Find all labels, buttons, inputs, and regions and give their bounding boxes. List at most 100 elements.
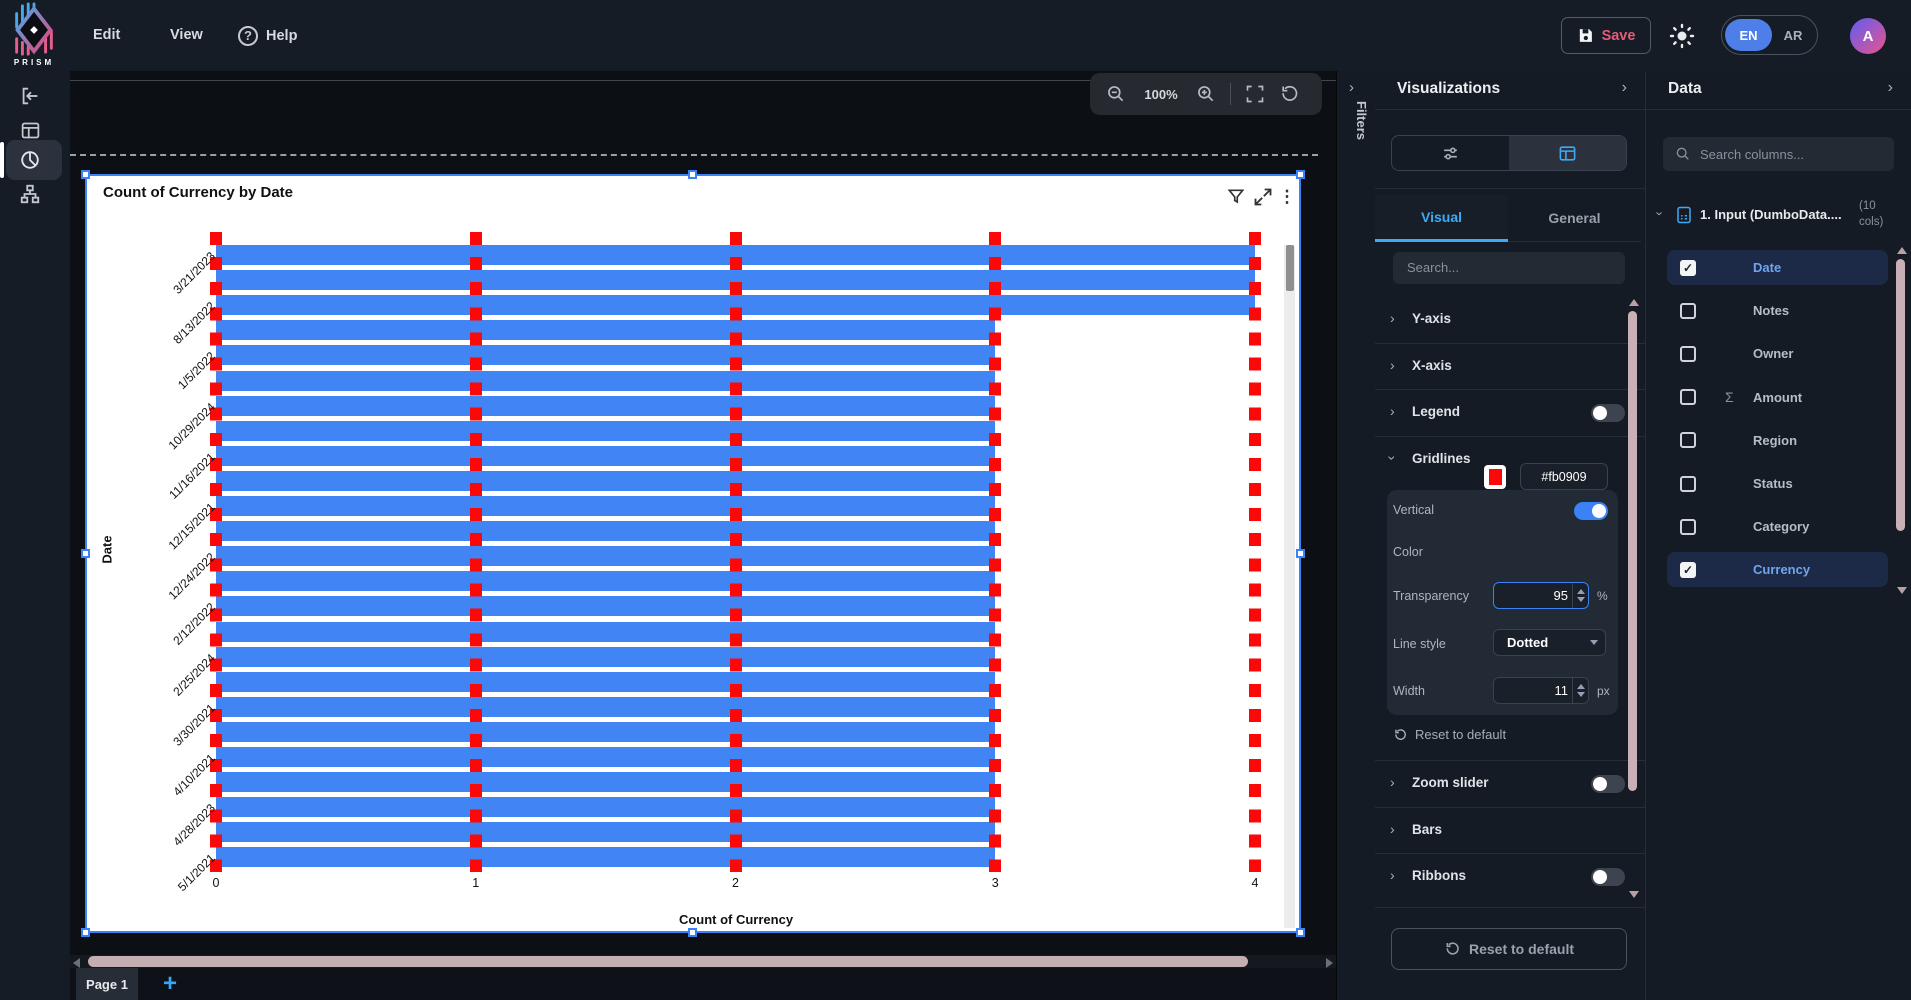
width-input[interactable]: 11	[1493, 677, 1589, 704]
canvas-horizontal-scrollbar[interactable]	[70, 955, 1336, 968]
hierarchy-tool-button[interactable]	[13, 177, 47, 211]
menu-view[interactable]: View	[170, 0, 203, 71]
reset-to-default-button[interactable]: Reset to default	[1391, 928, 1627, 970]
bar[interactable]	[216, 571, 995, 591]
step-down-icon[interactable]	[1577, 692, 1585, 697]
transparency-input[interactable]: 95	[1493, 582, 1589, 609]
layout-mode-button[interactable]	[1509, 136, 1626, 170]
bar[interactable]	[216, 471, 995, 491]
step-up-icon[interactable]	[1577, 684, 1585, 689]
section-legend[interactable]: › Legend	[1375, 389, 1646, 436]
vertical-gridlines-toggle[interactable]	[1574, 502, 1608, 520]
column-row-date[interactable]: ✓Date	[1667, 250, 1888, 285]
checkbox-unchecked-icon[interactable]	[1680, 389, 1696, 405]
bar[interactable]	[216, 747, 995, 767]
bar[interactable]	[216, 797, 995, 817]
bar[interactable]	[216, 521, 995, 541]
avatar[interactable]: A	[1850, 18, 1886, 54]
bar[interactable]	[216, 596, 995, 616]
resize-handle-n[interactable]	[688, 170, 697, 179]
bar[interactable]	[216, 822, 995, 842]
page-tab[interactable]: Page 1	[76, 968, 138, 1000]
bar[interactable]	[216, 371, 995, 391]
filters-expand-icon[interactable]: ›	[1349, 79, 1354, 96]
chart-widget[interactable]: 012343/21/20238/13/20221/5/202210/29/202…	[85, 174, 1301, 933]
resize-handle-sw[interactable]	[81, 928, 90, 937]
report-canvas[interactable]: 100% 012343/21/20238/13/20221/5/202210/2…	[70, 71, 1336, 1000]
data-search-input[interactable]: Search columns...	[1663, 137, 1894, 171]
expand-icon[interactable]	[1253, 187, 1273, 207]
more-options-icon[interactable]: ⋮	[1277, 187, 1297, 207]
line-style-select[interactable]: Dotted	[1493, 629, 1606, 656]
filters-collapsed-panel[interactable]: › Filters	[1336, 71, 1375, 1000]
checkbox-unchecked-icon[interactable]	[1680, 519, 1696, 535]
bar[interactable]	[216, 772, 995, 792]
section-x-axis[interactable]: › X-axis	[1375, 343, 1646, 390]
chart-scrollbar-thumb[interactable]	[1286, 245, 1294, 291]
width-stepper[interactable]	[1572, 678, 1588, 703]
h-scrollbar-thumb[interactable]	[88, 956, 1248, 967]
bar[interactable]	[216, 847, 995, 867]
viz-scrollbar-thumb[interactable]	[1628, 311, 1637, 791]
column-row-owner[interactable]: Owner	[1667, 336, 1888, 371]
data-scrollbar-thumb[interactable]	[1896, 259, 1905, 531]
filter-icon[interactable]	[1226, 187, 1246, 207]
transparency-stepper[interactable]	[1572, 583, 1588, 608]
resize-handle-nw[interactable]	[81, 170, 90, 179]
fit-screen-button[interactable]	[1245, 84, 1265, 104]
zoom-in-button[interactable]	[1196, 84, 1216, 104]
bar[interactable]	[216, 396, 995, 416]
bar[interactable]	[216, 546, 995, 566]
add-page-button[interactable]: +	[154, 968, 186, 1000]
format-mode-button[interactable]	[1392, 136, 1509, 170]
column-row-status[interactable]: Status	[1667, 466, 1888, 501]
ribbons-toggle[interactable]	[1591, 868, 1625, 886]
lang-ar-option[interactable]: AR	[1772, 28, 1814, 43]
reset-view-button[interactable]	[1279, 84, 1299, 104]
collapse-panel-button[interactable]	[13, 79, 47, 113]
column-row-category[interactable]: Category	[1667, 509, 1888, 544]
tab-visual[interactable]: Visual	[1375, 195, 1508, 242]
checkbox-unchecked-icon[interactable]	[1680, 476, 1696, 492]
bar[interactable]	[216, 622, 995, 642]
transparency-value[interactable]: 95	[1494, 588, 1572, 603]
step-down-icon[interactable]	[1577, 597, 1585, 602]
theme-toggle-button[interactable]	[1668, 22, 1696, 50]
column-row-currency[interactable]: ✓Currency	[1667, 552, 1888, 587]
section-y-axis[interactable]: › Y-axis	[1375, 296, 1646, 343]
resize-handle-ne[interactable]	[1296, 170, 1305, 179]
chevron-down-icon[interactable]: ›	[1653, 211, 1668, 215]
bar[interactable]	[216, 320, 995, 340]
scroll-up-arrow[interactable]	[1629, 299, 1639, 306]
checkbox-unchecked-icon[interactable]	[1680, 346, 1696, 362]
checkbox-checked-icon[interactable]: ✓	[1680, 562, 1696, 578]
bar[interactable]	[216, 446, 995, 466]
section-ribbons[interactable]: › Ribbons	[1375, 853, 1646, 900]
bar[interactable]	[216, 647, 995, 667]
resize-handle-se[interactable]	[1296, 928, 1305, 937]
lang-en-option[interactable]: EN	[1725, 19, 1772, 51]
zoom-slider-toggle[interactable]	[1591, 775, 1625, 793]
collapse-data-icon[interactable]: ›	[1888, 79, 1893, 97]
gridlines-reset-link[interactable]: Reset to default	[1393, 727, 1506, 742]
bar[interactable]	[216, 672, 995, 692]
tab-general[interactable]: General	[1508, 195, 1641, 242]
collapse-visualizations-icon[interactable]: ›	[1622, 79, 1627, 97]
dashboard-layout-button[interactable]	[13, 113, 47, 147]
charts-tool-button[interactable]	[13, 143, 47, 177]
bar[interactable]	[216, 496, 995, 516]
gridline-color-hex-input[interactable]: #fb0909	[1520, 463, 1608, 490]
bar[interactable]	[216, 697, 995, 717]
dataset-tree-item[interactable]: › 1. Input (DumboData.... (10 cols)	[1646, 198, 1911, 232]
checkbox-unchecked-icon[interactable]	[1680, 432, 1696, 448]
scroll-down-arrow[interactable]	[1629, 891, 1639, 898]
resize-handle-w[interactable]	[81, 549, 90, 558]
column-row-notes[interactable]: Notes	[1667, 293, 1888, 328]
bar[interactable]	[216, 421, 995, 441]
scroll-up-arrow[interactable]	[1897, 247, 1907, 254]
section-zoom-slider[interactable]: › Zoom slider	[1375, 760, 1646, 807]
menu-help[interactable]: ? Help	[238, 0, 297, 71]
legend-toggle[interactable]	[1591, 404, 1625, 422]
bar[interactable]	[216, 345, 995, 365]
viz-search-input[interactable]: Search...	[1393, 252, 1625, 284]
